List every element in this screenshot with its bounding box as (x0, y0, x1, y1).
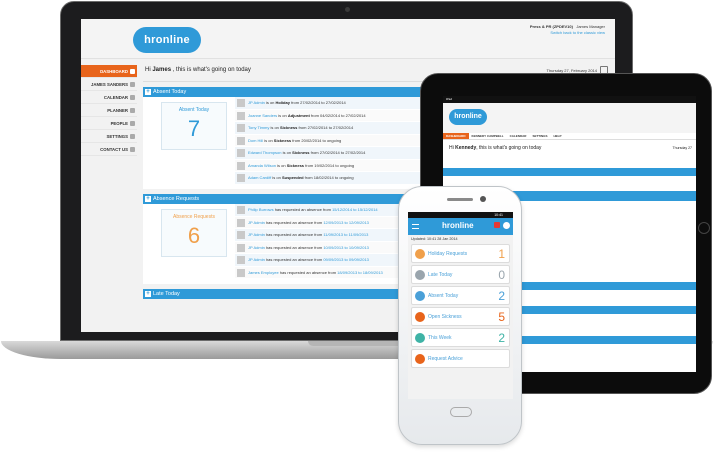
user-icon (130, 82, 135, 87)
stat-label: Absent Today (178, 107, 210, 113)
this-week-item[interactable]: This Week 2 (411, 328, 510, 347)
open-sickness-item[interactable]: Open Sickness 5 (411, 307, 510, 326)
people-icon (130, 121, 135, 126)
panel-title: Absent Today (153, 89, 187, 95)
sidebar: DASHBOARD JAMES SANDERS CALENDAR PLANNER… (81, 65, 137, 156)
expand-icon[interactable]: + (145, 89, 151, 95)
absent-today-item[interactable]: Absent Today 2 (411, 286, 510, 305)
tablet-greeting: Hi Kennedy, this is what's going on toda… (443, 140, 696, 156)
sidebar-item-calendar[interactable]: CALENDAR (81, 91, 137, 104)
avatar (237, 243, 245, 252)
sidebar-item-label: DASHBOARD (100, 69, 128, 74)
sidebar-item-label: SETTINGS (106, 134, 129, 139)
advice-icon (415, 354, 425, 364)
avatar (237, 256, 245, 264)
avatar (237, 268, 245, 277)
last-updated: Updated: 10:41 28 Jan 2014 (408, 235, 513, 244)
avatar (237, 124, 245, 132)
week-icon (415, 333, 425, 343)
avatar (237, 231, 245, 239)
tablet-status-bar: iPad (443, 96, 696, 103)
user-name[interactable]: James Manager (576, 24, 605, 29)
sidebar-item-people[interactable]: PEOPLE (81, 117, 137, 130)
dashboard-icon (130, 69, 135, 74)
avatar (237, 149, 245, 157)
sidebar-item-settings[interactable]: SETTINGS (81, 130, 137, 143)
avatar (237, 218, 245, 227)
laptop-camera (345, 7, 350, 12)
expand-icon[interactable]: + (145, 196, 151, 202)
tab-profile[interactable]: KENNEDY CAMPBELL (469, 133, 507, 139)
phone-speaker (447, 198, 473, 201)
sidebar-item-label: JAMES SANDERS (90, 82, 128, 87)
settings-icon (130, 134, 135, 139)
late-today-item[interactable]: Late Today 0 (411, 265, 510, 284)
sidebar-item-label: PEOPLE (110, 121, 128, 126)
sidebar-item-label: CONTACT US (100, 147, 128, 152)
avatar (237, 206, 245, 214)
sickness-icon (415, 312, 425, 322)
home-button[interactable] (450, 407, 472, 417)
sidebar-item-planner[interactable]: PLANNER (81, 104, 137, 117)
absent-icon (415, 291, 425, 301)
sidebar-item-contact[interactable]: CONTACT US (81, 143, 137, 156)
greeting-name: James (152, 67, 172, 73)
account-info: Press & PR (ZPDEV10) James Manager Switc… (530, 24, 605, 36)
holiday-requests-item[interactable]: Holiday Requests 1 (411, 244, 510, 263)
tab-calendar[interactable]: CALENDAR (507, 133, 530, 139)
help-icon[interactable] (503, 222, 510, 229)
planner-icon (130, 108, 135, 113)
panel-header[interactable] (443, 168, 696, 176)
tablet-nav: DASHBOARD KENNEDY CAMPBELL CALENDAR SETT… (443, 133, 696, 140)
classic-view-link[interactable]: Switch back to the classic view (530, 30, 605, 36)
home-button[interactable] (698, 222, 710, 234)
clock-icon (415, 270, 425, 280)
avatar (237, 174, 245, 182)
absent-today-stat[interactable]: Absent Today 7 (161, 102, 227, 150)
stat-value: 6 (187, 223, 201, 248)
expand-icon[interactable]: + (145, 291, 151, 297)
holiday-icon (415, 249, 425, 259)
stat-value: 7 (187, 116, 201, 141)
device-mockup: hronline Press & PR (ZPDEV10) James Mana… (0, 0, 715, 454)
absence-requests-stat[interactable]: Absence Requests 6 (161, 209, 227, 257)
greeting-suffix: , this is what's going on today (171, 67, 251, 73)
sidebar-item-dashboard[interactable]: DASHBOARD (81, 65, 137, 78)
hronline-logo[interactable]: hronline (449, 109, 487, 125)
hronline-logo[interactable]: hronline (133, 27, 201, 53)
menu-icon[interactable] (412, 224, 419, 229)
company-name: Press & PR (ZPDEV10) (529, 24, 573, 29)
app-header: hronline Press & PR (ZPDEV10) James Mana… (81, 19, 615, 59)
phone-screen: 10:41 hronline Updated: 10:41 28 Jan 201… (408, 212, 513, 399)
panel-title: Late Today (153, 291, 180, 297)
phone-summary-list: Holiday Requests 1 Late Today 0 Absent Tod… (408, 244, 513, 368)
avatar (237, 99, 245, 107)
tab-dashboard[interactable]: DASHBOARD (443, 133, 469, 139)
avatar (237, 111, 245, 120)
tablet-header: hronline (443, 103, 696, 133)
tab-settings[interactable]: SETTINGS (529, 133, 550, 139)
smartphone: 10:41 hronline Updated: 10:41 28 Jan 201… (398, 186, 522, 445)
phone-app-bar: hronline (408, 218, 513, 235)
stat-label: Absence Requests (173, 214, 215, 220)
avatar (237, 136, 245, 145)
hronline-logo: hronline (442, 221, 474, 230)
sidebar-item-label: PLANNER (107, 108, 128, 113)
panel-title: Absence Requests (153, 196, 200, 202)
sidebar-item-profile[interactable]: JAMES SANDERS (81, 78, 137, 91)
avatar (237, 161, 245, 170)
notification-icon[interactable] (494, 222, 500, 228)
calendar-icon (130, 95, 135, 100)
tab-help[interactable]: HELP (550, 133, 564, 139)
contact-icon (130, 147, 135, 152)
current-date: Thursday 27 (672, 146, 692, 150)
laptop-notch (308, 341, 404, 346)
sidebar-item-label: CALENDAR (103, 95, 128, 100)
phone-camera (480, 196, 486, 202)
request-advice-item[interactable]: Request Advice (411, 349, 510, 368)
